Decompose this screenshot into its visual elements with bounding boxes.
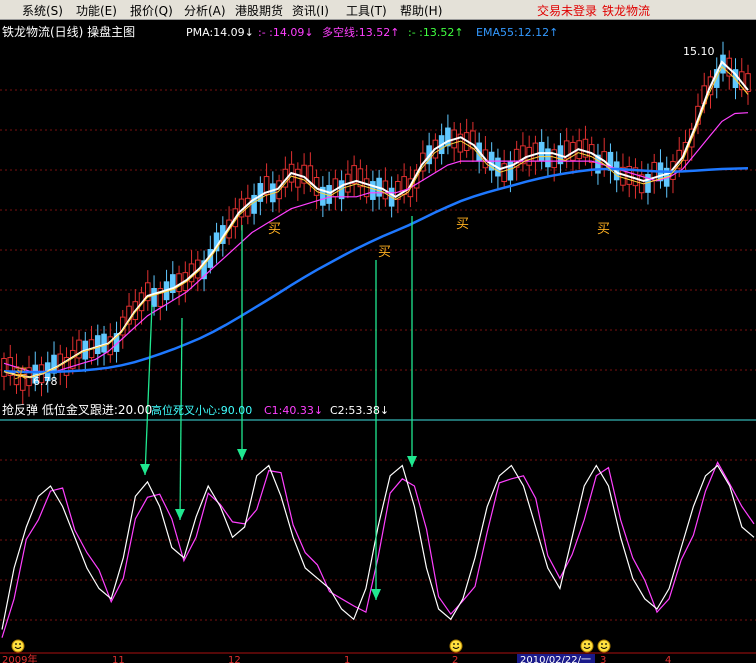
sub-indicator-high: 高位死叉小心:90.00	[151, 403, 252, 417]
sub-chart-title: 抢反弹 低位金叉跟进:20.00	[2, 402, 152, 417]
smiley-markers	[11, 639, 611, 653]
candle-body	[357, 168, 364, 188]
main-chart-title: 铁龙物流(日线) 操盘主图	[2, 24, 135, 39]
oscillator-c2	[1, 464, 755, 630]
smiley-icon	[597, 639, 611, 653]
indicator-pma: PMA:14.09↓	[186, 26, 254, 39]
oscillator-c1	[1, 461, 755, 638]
smiley-icon	[11, 639, 25, 653]
date-tick-3: 1	[344, 655, 350, 663]
smiley-eye	[453, 643, 455, 645]
candle-body	[101, 333, 107, 353]
smiley-eye	[15, 643, 17, 645]
smiley-eye	[605, 643, 607, 645]
candle-body	[1, 358, 7, 377]
menu-bar: 系统(S) 功能(E) 报价(Q) 分析(A) 港股期货 资讯(I) 工具(T)…	[0, 0, 756, 20]
buy-label-5: 买	[14, 367, 27, 382]
date-tick-6: 3	[600, 655, 606, 663]
smiley-eye	[584, 643, 586, 645]
indicator-pma2: :- :14.09↓	[258, 26, 314, 39]
sub-indicator-c1: C1:40.33↓	[264, 404, 323, 417]
stock-name: 铁龙物流	[602, 4, 651, 18]
candle-body	[370, 181, 376, 200]
buy-label-2: 买	[378, 245, 391, 260]
sub-indicator-c2: C2:53.38↓	[330, 404, 389, 417]
low-price-label: 6.78	[33, 375, 58, 388]
smiley-icon	[449, 639, 463, 653]
indicator-long-short: 多空线:13.52↑	[322, 25, 399, 39]
menu-info[interactable]: 资讯(I)	[292, 2, 329, 19]
smiley-icon	[580, 639, 594, 653]
date-cursor-label: 2010/02/22/一	[520, 655, 591, 663]
date-tick-1: 11	[112, 655, 125, 663]
signal-arrow-head	[237, 449, 247, 460]
candle-body	[545, 148, 551, 168]
signal-arrow-head	[140, 464, 150, 475]
candle-body	[94, 335, 101, 355]
buy-label-1: 买	[268, 222, 281, 237]
menu-analysis[interactable]: 分析(A)	[184, 2, 226, 19]
candle-body	[51, 354, 57, 374]
indicator-ema55: EMA55:12.12↑	[476, 26, 558, 39]
menu-quote[interactable]: 报价(Q)	[130, 2, 173, 19]
chart-labels: 铁龙物流(日线) 操盘主图 PMA:14.09↓ :- :14.09↓ 多空线:…	[2, 24, 715, 417]
signal-arrow-line	[179, 317, 183, 521]
stock-chart: 铁龙物流(日线) 操盘主图 PMA:14.09↓ :- :14.09↓ 多空线:…	[0, 24, 756, 663]
buy-label-3: 买	[456, 217, 469, 232]
menu-function[interactable]: 功能(E)	[76, 2, 117, 19]
date-tick-0: 2009年	[2, 653, 37, 663]
date-tick-2: 12	[228, 655, 241, 663]
smiley-eye	[457, 643, 459, 645]
smiley-eye	[19, 643, 21, 645]
signal-arrow-head	[175, 509, 185, 520]
date-tick-4: 2	[452, 655, 458, 663]
menu-tools[interactable]: 工具(T)	[346, 2, 387, 19]
menu-help[interactable]: 帮助(H)	[400, 2, 442, 19]
high-price-label: 15.10	[683, 45, 715, 58]
smiley-eye	[588, 643, 590, 645]
date-axis: 2009年 11 12 1 2 2010/02/22/一 3 4	[0, 652, 756, 663]
buy-label-4: 买	[597, 222, 610, 237]
date-tick-7: 4	[665, 655, 671, 663]
candle-body	[538, 141, 545, 161]
indicator-long-short2: :- :13.52↑	[408, 26, 464, 39]
menu-system[interactable]: 系统(S)	[22, 2, 63, 19]
signal-arrow-head	[371, 589, 381, 600]
smiley-eye	[601, 643, 603, 645]
login-status[interactable]: 交易未登录	[537, 2, 597, 19]
signal-arrow-head	[407, 456, 417, 467]
menu-hk-futures[interactable]: 港股期货	[235, 2, 283, 19]
candle-body	[151, 287, 157, 307]
